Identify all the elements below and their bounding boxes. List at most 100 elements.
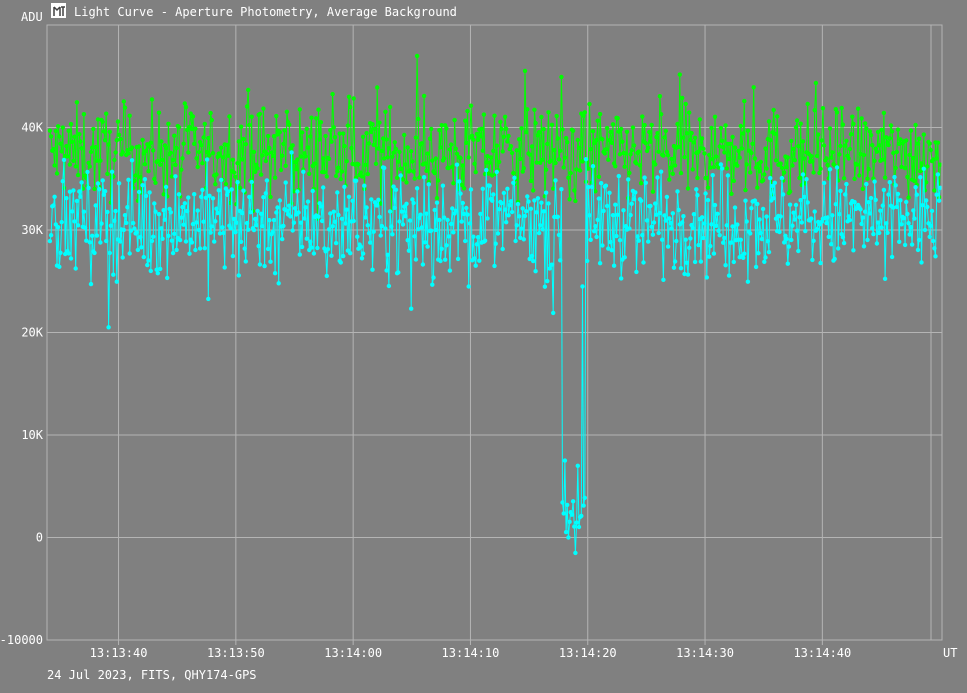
data-point <box>763 146 768 151</box>
data-point <box>372 126 378 131</box>
data-point <box>121 227 127 233</box>
data-point <box>620 139 625 144</box>
data-point <box>723 263 728 268</box>
data-point <box>562 458 568 463</box>
data-point <box>501 190 507 196</box>
data-point <box>899 222 904 227</box>
data-point <box>399 166 404 171</box>
data-point <box>193 247 198 253</box>
data-point <box>624 129 630 134</box>
data-point <box>651 220 657 225</box>
data-point <box>839 105 844 111</box>
data-point <box>759 236 765 242</box>
data-point <box>669 156 674 162</box>
light-curve-window: Light Curve - Aperture Photometry, Avera… <box>0 0 967 693</box>
data-point <box>215 210 220 216</box>
data-point <box>919 260 924 265</box>
data-point <box>802 194 807 200</box>
data-point <box>868 195 874 201</box>
data-point <box>683 101 688 107</box>
data-point <box>341 131 346 136</box>
data-point <box>874 241 880 246</box>
data-point <box>672 163 678 168</box>
data-point <box>648 139 653 144</box>
data-point <box>183 239 189 244</box>
data-point <box>800 139 806 144</box>
data-point <box>303 205 308 210</box>
data-point <box>235 180 240 185</box>
data-point <box>726 273 732 278</box>
data-point <box>147 190 152 195</box>
data-point <box>173 174 178 179</box>
data-point <box>247 194 252 200</box>
data-point <box>709 125 714 131</box>
data-point <box>257 111 263 117</box>
data-point <box>122 105 128 110</box>
data-point <box>868 132 874 138</box>
data-point <box>433 227 438 233</box>
data-point <box>701 146 706 151</box>
data-point <box>533 120 538 126</box>
data-point <box>479 126 484 131</box>
data-point <box>317 137 322 142</box>
data-point <box>223 181 229 187</box>
data-point <box>412 234 417 239</box>
data-point <box>675 189 680 194</box>
data-point <box>909 242 915 247</box>
data-point <box>615 212 620 217</box>
data-point <box>680 95 685 101</box>
data-point <box>249 179 254 185</box>
data-point <box>411 200 416 206</box>
data-point <box>743 187 748 193</box>
data-point <box>882 175 888 180</box>
data-point <box>634 269 639 275</box>
data-point <box>359 256 365 261</box>
data-point <box>574 520 579 525</box>
data-point <box>339 216 345 221</box>
data-point <box>750 141 755 146</box>
data-point <box>665 153 671 158</box>
data-point <box>675 121 680 127</box>
data-point <box>91 126 96 132</box>
data-point <box>555 214 560 219</box>
data-point <box>120 255 125 260</box>
data-point <box>169 238 175 243</box>
data-point <box>290 228 295 233</box>
data-point <box>397 149 402 155</box>
data-point <box>494 169 499 175</box>
window-icon[interactable] <box>51 3 66 18</box>
data-point <box>784 236 789 242</box>
data-point <box>559 74 564 80</box>
data-point <box>661 153 666 158</box>
data-point <box>762 259 767 264</box>
data-point <box>274 113 279 119</box>
data-point <box>174 145 179 151</box>
data-point <box>436 178 441 183</box>
data-point <box>304 126 309 131</box>
data-point <box>748 170 753 175</box>
data-point <box>264 151 270 156</box>
data-point <box>549 122 555 128</box>
data-point <box>928 147 934 153</box>
data-point <box>827 126 833 131</box>
data-point <box>649 122 654 128</box>
data-point <box>229 187 234 192</box>
data-point <box>599 181 604 186</box>
data-point <box>231 216 237 222</box>
data-point <box>291 220 297 225</box>
data-point <box>545 278 550 284</box>
data-point <box>414 186 420 191</box>
data-point <box>256 243 261 249</box>
data-point <box>638 198 644 203</box>
data-point <box>151 148 156 153</box>
data-point <box>608 129 613 135</box>
data-point <box>702 151 707 156</box>
data-point <box>739 146 745 151</box>
data-point <box>860 186 865 192</box>
data-point <box>522 213 528 219</box>
data-point <box>935 172 941 177</box>
data-point <box>892 174 897 180</box>
data-point <box>246 87 251 93</box>
data-point <box>794 228 800 233</box>
data-point <box>180 204 185 210</box>
